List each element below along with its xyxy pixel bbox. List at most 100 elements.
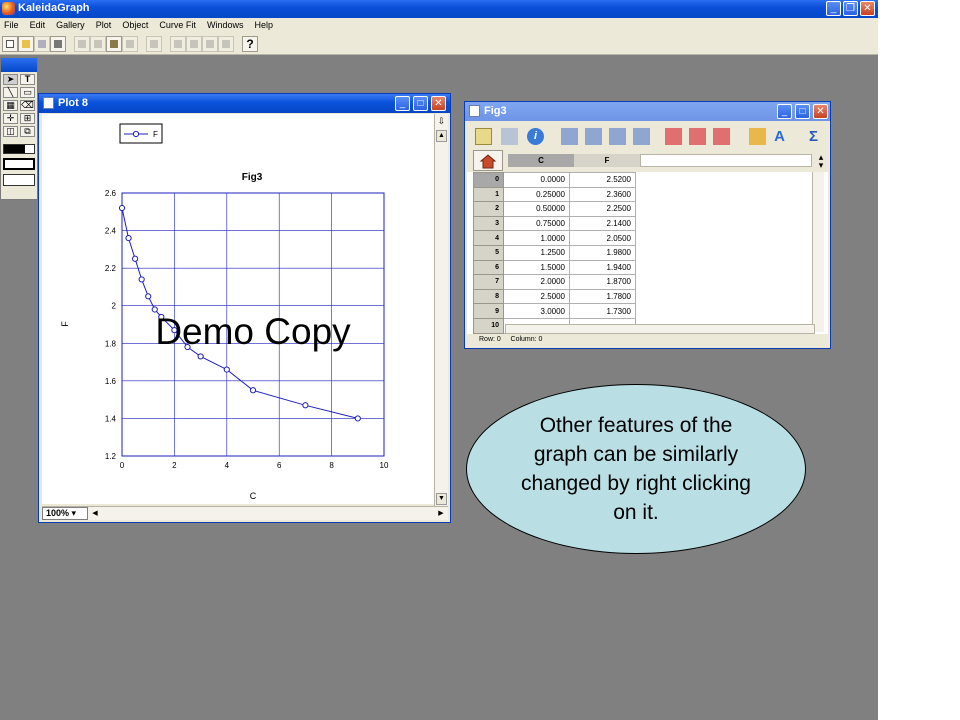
rectangle-tool-icon[interactable]: ▭ — [20, 87, 35, 98]
zoom-tool-icon[interactable]: ⊞ — [20, 113, 35, 124]
row-number[interactable]: 1 — [473, 186, 504, 203]
clear-rows-icon[interactable] — [713, 128, 730, 145]
scroll-up-arrow-icon[interactable]: ▲ — [436, 130, 447, 142]
line-chart[interactable]: 0 2 4 6 8 10 1.2 1.4 1.6 1.8 2 2.2 2.4 2.6 Fig3 C F F… — [42, 114, 434, 504]
data-point[interactable] — [138, 276, 145, 283]
cell-c[interactable]: 1.2500 — [503, 244, 570, 261]
data-grid[interactable]: 0 0.0000 2.5200 1 0.25000 2.3600 2 0.50000 2.250… — [467, 172, 828, 336]
column-header-empty[interactable] — [640, 154, 812, 167]
plot-horizontal-scrollbar[interactable]: 100% ▾ ◀ ▶ — [42, 506, 448, 520]
help-icon[interactable]: ? — [242, 36, 258, 52]
cell-c[interactable]: 1.0000 — [503, 230, 570, 246]
toolbox-toggle-icon[interactable]: ⇩ — [436, 115, 447, 127]
row-number[interactable]: 5 — [473, 244, 504, 261]
grid-horizontal-scrollbar[interactable] — [505, 324, 815, 334]
data-maximize-button[interactable]: □ — [795, 104, 810, 119]
column-scroll-arrows-icon[interactable]: ▴ ▾ — [815, 153, 827, 170]
table-row[interactable]: 3 0.75000 2.1400 — [473, 215, 636, 232]
eraser-tool-icon[interactable]: ⌫ — [20, 100, 35, 111]
y-axis-label[interactable]: F — [60, 321, 70, 327]
menu-help[interactable]: Help — [251, 18, 278, 32]
insert-column-icon[interactable] — [561, 128, 578, 145]
move-column-left-icon[interactable] — [585, 128, 602, 145]
clear-icon[interactable] — [122, 36, 138, 52]
delete-row-icon[interactable] — [689, 128, 706, 145]
plot-canvas[interactable]: 0 2 4 6 8 10 1.2 1.4 1.6 1.8 2 2.2 2.4 2.6 Fig3 C F F… — [42, 114, 434, 504]
cell-c[interactable]: 2.0000 — [503, 274, 570, 290]
line-width-selector[interactable] — [3, 174, 35, 186]
copy-icon[interactable] — [90, 36, 106, 52]
cell-f[interactable]: 1.8700 — [569, 274, 636, 290]
menu-edit[interactable]: Edit — [26, 18, 50, 32]
info-icon[interactable]: i — [527, 128, 544, 145]
scroll-left-arrow-icon[interactable]: ◀ — [90, 508, 100, 519]
cell-c[interactable]: 0.0000 — [503, 172, 570, 188]
chart-title[interactable]: Fig3 — [242, 172, 263, 183]
data-close-button[interactable]: ✕ — [813, 104, 828, 119]
new-column-icon[interactable] — [475, 128, 492, 145]
table-row[interactable]: 2 0.50000 2.2500 — [473, 201, 636, 217]
new-file-icon[interactable] — [2, 36, 18, 52]
ungroup-icon[interactable] — [186, 36, 202, 52]
line-style-swatch[interactable] — [3, 158, 35, 170]
table-row[interactable]: 5 1.2500 1.9800 — [473, 244, 636, 261]
cell-c[interactable]: 1.5000 — [503, 259, 570, 276]
table-row[interactable]: 7 2.0000 1.8700 — [473, 274, 636, 290]
table-tool-icon[interactable]: ▦ — [3, 100, 18, 111]
bring-front-icon[interactable] — [202, 36, 218, 52]
column-header-c[interactable]: C — [508, 154, 574, 167]
row-number[interactable]: 9 — [473, 303, 504, 319]
duplicate-tool-icon[interactable]: ⧉ — [20, 126, 35, 137]
menu-object[interactable]: Object — [118, 18, 152, 32]
open-folder-icon[interactable] — [18, 36, 34, 52]
data-point[interactable] — [223, 366, 230, 373]
line-tool-icon[interactable]: ╲ — [3, 87, 18, 98]
restore-button[interactable]: ❐ — [843, 1, 858, 16]
save-icon[interactable] — [34, 36, 50, 52]
group-icon[interactable] — [170, 36, 186, 52]
cell-c[interactable]: 0.50000 — [503, 201, 570, 217]
sort-ascending-icon[interactable] — [749, 128, 766, 145]
crosshair-tool-icon[interactable]: ✛ — [3, 113, 18, 124]
cell-f[interactable]: 1.7300 — [569, 303, 636, 319]
print-icon[interactable] — [50, 36, 66, 52]
data-point[interactable] — [118, 204, 126, 212]
column-stats-icon[interactable] — [501, 128, 518, 145]
legend[interactable]: F — [119, 123, 163, 144]
cell-f[interactable]: 2.0500 — [569, 230, 636, 246]
cell-f[interactable]: 1.7800 — [569, 288, 636, 305]
cell-f[interactable]: 2.1400 — [569, 215, 636, 232]
cell-f[interactable]: 2.2500 — [569, 201, 636, 217]
data-point[interactable] — [197, 353, 204, 360]
plot-close-button[interactable]: ✕ — [431, 96, 446, 111]
select-tool-icon[interactable]: ◫ — [3, 126, 18, 137]
move-column-right-icon[interactable] — [609, 128, 626, 145]
grid-vertical-scrollbar[interactable] — [812, 172, 824, 332]
menu-windows[interactable]: Windows — [203, 18, 248, 32]
undo-icon[interactable] — [146, 36, 162, 52]
data-point[interactable] — [132, 255, 139, 262]
paste-icon[interactable] — [106, 36, 122, 52]
plot-maximize-button[interactable]: □ — [413, 96, 428, 111]
cut-icon[interactable] — [74, 36, 90, 52]
zoom-select[interactable]: 100% ▾ — [42, 507, 88, 520]
menu-gallery[interactable]: Gallery — [52, 18, 89, 32]
arrow-tool-icon[interactable]: ➤ — [3, 74, 18, 85]
data-point[interactable] — [302, 402, 309, 409]
cell-c[interactable]: 3.0000 — [503, 303, 570, 319]
table-row[interactable]: 1 0.25000 2.3600 — [473, 186, 636, 203]
row-number[interactable]: 4 — [473, 230, 504, 246]
cell-f[interactable]: 1.9400 — [569, 259, 636, 276]
column-header-f[interactable]: F — [574, 154, 640, 167]
data-point[interactable] — [145, 293, 152, 300]
cell-c[interactable]: 0.75000 — [503, 215, 570, 232]
close-button[interactable]: ✕ — [860, 1, 875, 16]
formula-sigma-icon[interactable]: Σ — [805, 128, 822, 145]
menu-plot[interactable]: Plot — [92, 18, 116, 32]
cell-c[interactable]: 0.25000 — [503, 186, 570, 203]
plot-vertical-scrollbar[interactable]: ⇩ ▲ ▼ — [434, 114, 448, 506]
insert-row-icon[interactable] — [665, 128, 682, 145]
fill-color-swatch[interactable] — [3, 144, 35, 154]
table-row[interactable]: 9 3.0000 1.7300 — [473, 303, 636, 319]
send-back-icon[interactable] — [218, 36, 234, 52]
